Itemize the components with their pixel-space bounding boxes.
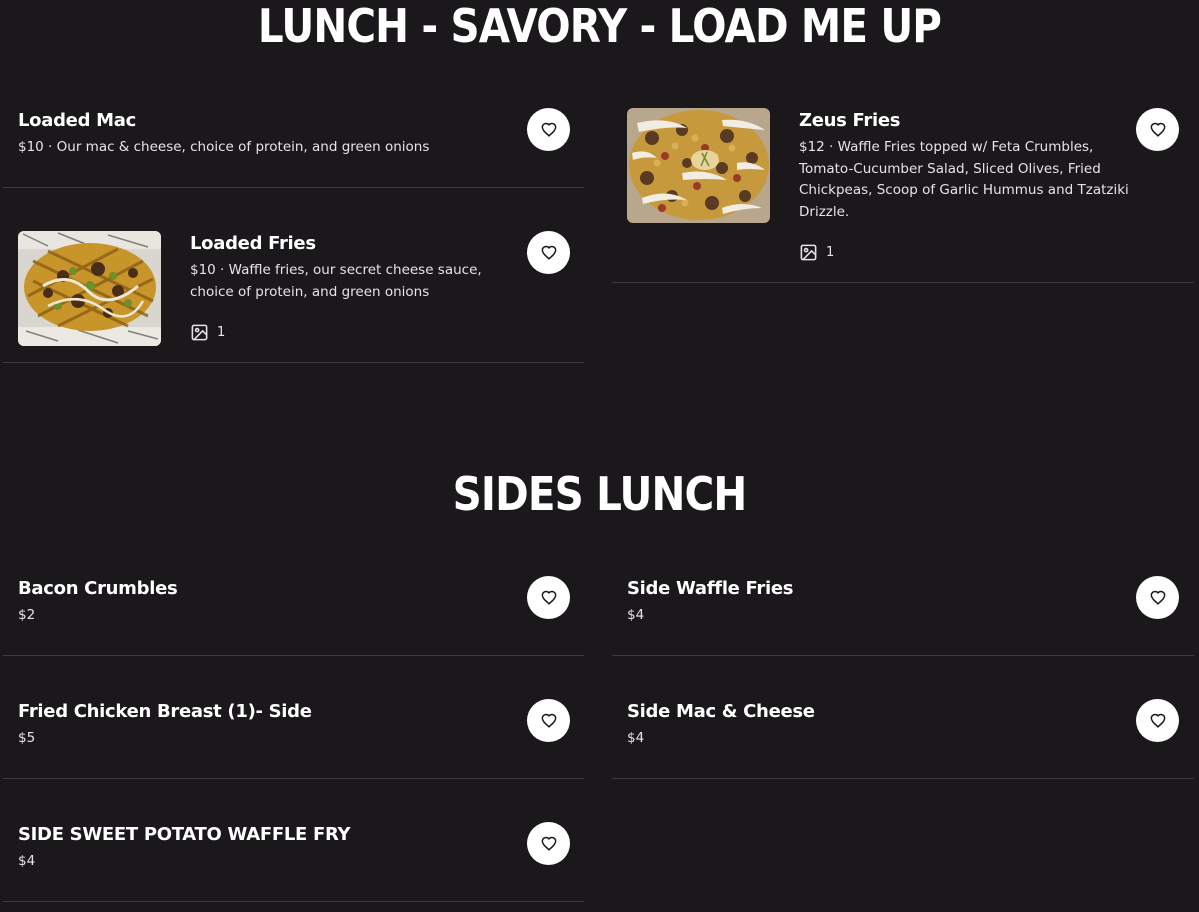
item-photo[interactable] — [627, 108, 770, 223]
item-name: Loaded Fries — [190, 233, 316, 254]
item-description: $12 · Waffle Fries topped w/ Feta Crumbl… — [799, 139, 1129, 220]
item-name: Zeus Fries — [799, 110, 901, 131]
item-name: Side Waffle Fries — [627, 578, 794, 599]
heart-icon — [541, 122, 556, 137]
item-name: Fried Chicken Breast (1)- Side — [18, 701, 312, 722]
item-photo[interactable] — [18, 231, 161, 346]
menu-item-side-waffle-fries[interactable]: Side Waffle Fries $4 — [612, 568, 1194, 656]
item-name: Side Mac & Cheese — [627, 701, 815, 722]
item-price: $4 — [627, 730, 645, 746]
menu-item-side-mac-cheese[interactable]: Side Mac & Cheese $4 — [612, 691, 1194, 779]
favorite-button[interactable] — [527, 822, 570, 865]
item-price: $4 — [18, 853, 36, 869]
item-price: $5 — [18, 730, 36, 746]
favorite-button[interactable] — [1136, 108, 1179, 151]
heart-icon — [541, 713, 556, 728]
heart-icon — [1150, 590, 1165, 605]
photo-count-value: 1 — [217, 325, 226, 340]
item-description: $10 · Our mac & cheese, choice of protei… — [18, 139, 430, 155]
favorite-button[interactable] — [527, 576, 570, 619]
heart-icon — [541, 836, 556, 851]
item-name: SIDE SWEET POTATO WAFFLE FRY — [18, 824, 351, 845]
menu-item-bacon-crumbles[interactable]: Bacon Crumbles $2 — [3, 568, 584, 656]
image-icon — [800, 244, 817, 261]
item-description: $10 · Waffle fries, our secret cheese sa… — [190, 262, 482, 300]
item-name: Bacon Crumbles — [18, 578, 178, 599]
item-price: $2 — [18, 607, 36, 623]
favorite-button[interactable] — [527, 231, 570, 274]
heart-icon — [541, 590, 556, 605]
item-name: Loaded Mac — [18, 110, 136, 131]
menu-item-fried-chicken-breast[interactable]: Fried Chicken Breast (1)- Side $5 — [3, 691, 584, 779]
section-title-sides-lunch: SIDES LUNCH — [452, 467, 748, 521]
heart-icon — [541, 245, 556, 260]
favorite-button[interactable] — [1136, 576, 1179, 619]
heart-icon — [1150, 122, 1165, 137]
favorite-button[interactable] — [527, 699, 570, 742]
favorite-button[interactable] — [527, 108, 570, 151]
section-title-lunch-savory: LUNCH - SAVORY - LOAD ME UP — [257, 0, 942, 53]
menu-item-zeus-fries[interactable]: Zeus Fries $12 · Waffle Fries topped w/ … — [612, 108, 1194, 283]
image-icon — [191, 324, 208, 341]
photo-count-value: 1 — [826, 245, 835, 260]
photo-count[interactable]: 1 — [799, 243, 834, 262]
item-price: $4 — [627, 607, 645, 623]
photo-count[interactable]: 1 — [190, 323, 225, 342]
menu-item-loaded-mac[interactable]: Loaded Mac $10 · Our mac & cheese, choic… — [3, 100, 584, 188]
menu-item-side-sweet-potato-waffle-fry[interactable]: SIDE SWEET POTATO WAFFLE FRY $4 — [3, 814, 584, 902]
favorite-button[interactable] — [1136, 699, 1179, 742]
heart-icon — [1150, 713, 1165, 728]
menu-item-loaded-fries[interactable]: Loaded Fries $10 · Waffle fries, our sec… — [3, 231, 584, 363]
